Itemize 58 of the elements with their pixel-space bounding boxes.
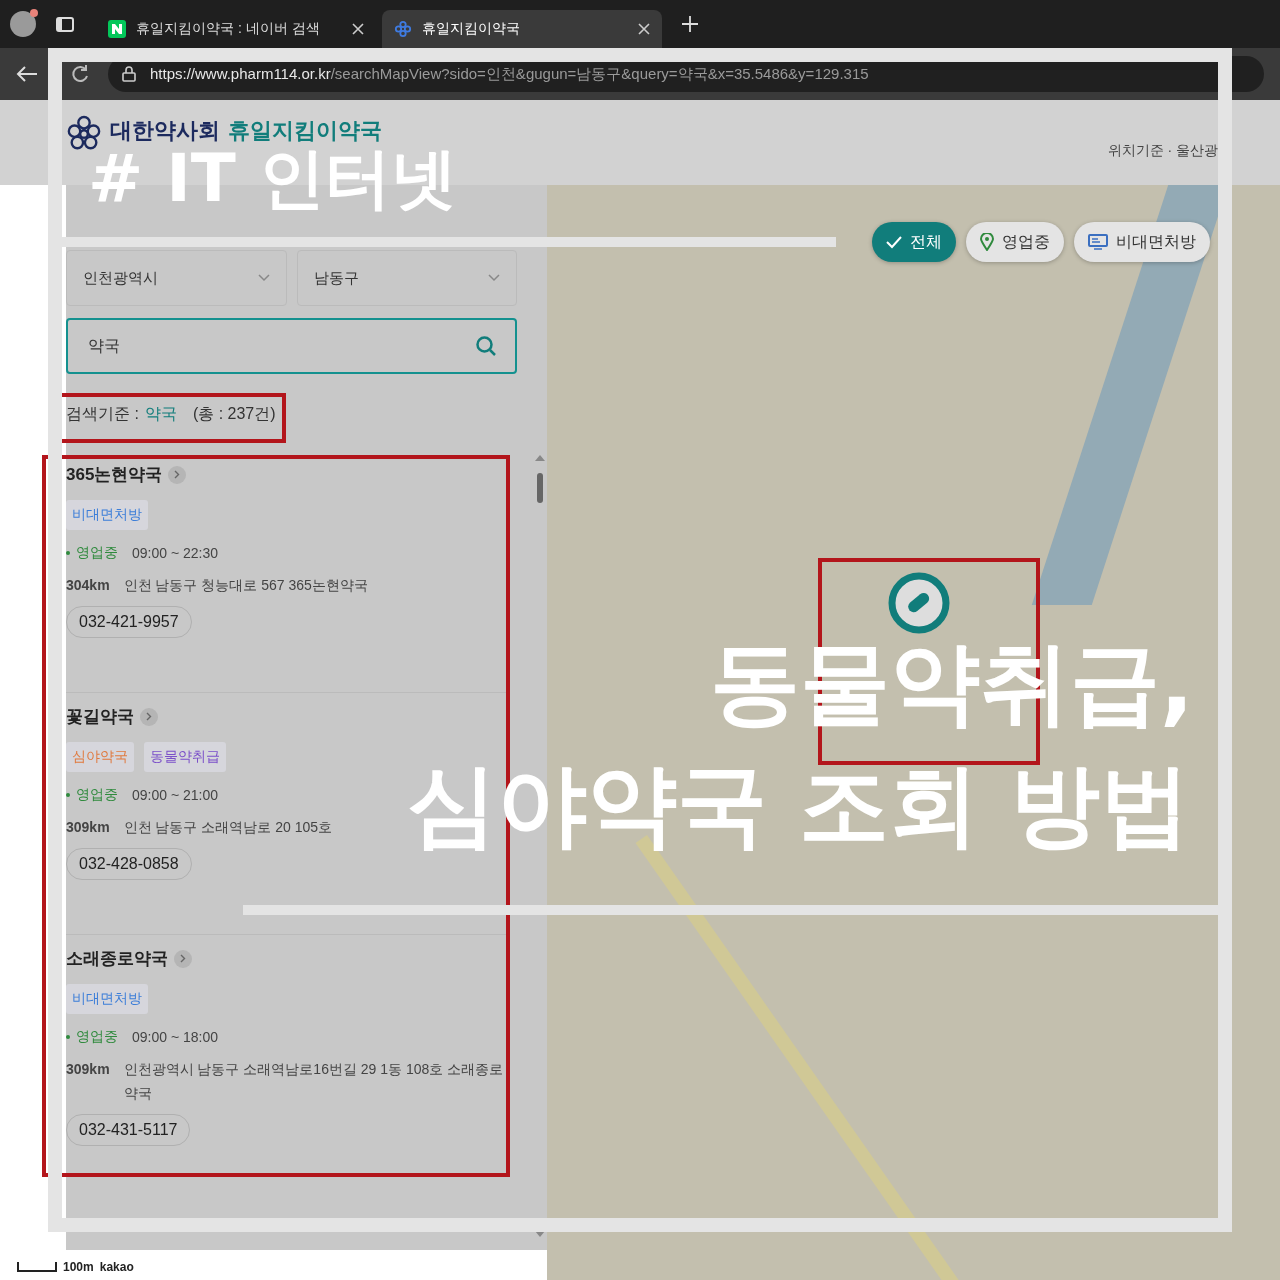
result-count: (총 : 237건) bbox=[192, 404, 276, 424]
organization-name: 대한약사회 bbox=[110, 119, 220, 144]
close-icon[interactable] bbox=[352, 23, 364, 35]
district-select[interactable]: 남동구 bbox=[296, 250, 517, 306]
close-icon[interactable] bbox=[638, 23, 650, 35]
open-status: 영업중 bbox=[76, 786, 118, 804]
feature-tag: 동물약취급 bbox=[144, 742, 226, 772]
distance: 309km bbox=[66, 818, 110, 837]
flower-logo-icon bbox=[394, 20, 412, 38]
caret-icon bbox=[257, 274, 270, 282]
pharmacy-name[interactable]: 365논현약국 bbox=[66, 463, 163, 486]
location-basis[interactable]: 위치기준 · 울산광 bbox=[1107, 142, 1218, 160]
pharmacy-name[interactable]: 꽃길약국 bbox=[66, 705, 134, 728]
profile-avatar[interactable] bbox=[10, 11, 36, 37]
search-field[interactable]: 약국 bbox=[66, 318, 517, 374]
lock-icon bbox=[122, 66, 136, 82]
filter-chip[interactable]: 영업중 bbox=[966, 222, 1064, 262]
feature-tag: 비대면처방 bbox=[66, 984, 148, 1014]
sidebar-toggle-icon[interactable] bbox=[56, 16, 74, 32]
back-arrow-icon[interactable] bbox=[16, 65, 38, 83]
criteria-label: 검색기준 : bbox=[66, 404, 139, 424]
location-pin-icon bbox=[980, 233, 994, 251]
browser-tab[interactable]: 휴일지킴이약국 bbox=[382, 10, 662, 48]
chevron-icon[interactable] bbox=[140, 707, 158, 726]
distance: 304km bbox=[66, 576, 110, 595]
scale-bar-icon bbox=[17, 1262, 57, 1272]
map-scale: 100m bbox=[63, 1260, 94, 1274]
refresh-icon[interactable] bbox=[70, 64, 90, 84]
caret-icon bbox=[488, 274, 500, 282]
status-dot-icon bbox=[66, 1035, 70, 1039]
address: 인천 남동구 청능대로 567 365논현약국 bbox=[123, 576, 368, 595]
checkmark-icon bbox=[886, 235, 902, 249]
chevron-icon[interactable] bbox=[174, 949, 192, 968]
map-attribution: kakao bbox=[99, 1260, 134, 1274]
browser-tab[interactable]: 휴일지킴이약국 : 네이버 검색 bbox=[96, 10, 376, 48]
n-logo-icon bbox=[108, 20, 126, 38]
service-name: 휴일지킴이약국 bbox=[228, 119, 382, 144]
open-status: 영업중 bbox=[76, 544, 118, 562]
opening-hours: 09:00 ~ 18:00 bbox=[132, 1029, 219, 1045]
opening-hours: 09:00 ~ 21:00 bbox=[132, 787, 219, 803]
plus-icon[interactable] bbox=[682, 16, 698, 32]
address: 인천 남동구 소래역남로 20 105호 bbox=[123, 818, 333, 837]
opening-hours: 09:00 ~ 22:30 bbox=[132, 545, 219, 561]
address: 인천광역시 남동구 소래역남로16번길 29 1동 108호 소래종로약국 bbox=[123, 1060, 505, 1103]
feature-tag: 심야약국 bbox=[66, 742, 134, 772]
status-dot-icon bbox=[66, 551, 70, 555]
distance: 309km bbox=[66, 1060, 110, 1079]
status-dot-icon bbox=[66, 793, 70, 797]
pharmacy-name[interactable]: 소래종로약국 bbox=[66, 947, 168, 970]
feature-tag: 비대면처방 bbox=[66, 500, 148, 530]
monitor-icon bbox=[1088, 234, 1108, 250]
search-icon[interactable] bbox=[475, 335, 497, 357]
region-select[interactable]: 인천광역시 bbox=[66, 250, 287, 306]
criteria-query: 약국 bbox=[144, 404, 177, 424]
filter-chip[interactable]: 전체 bbox=[872, 222, 956, 262]
pill-marker-icon[interactable] bbox=[887, 571, 951, 635]
filter-chip[interactable]: 비대면처방 bbox=[1074, 222, 1210, 262]
open-status: 영업중 bbox=[76, 1028, 118, 1046]
